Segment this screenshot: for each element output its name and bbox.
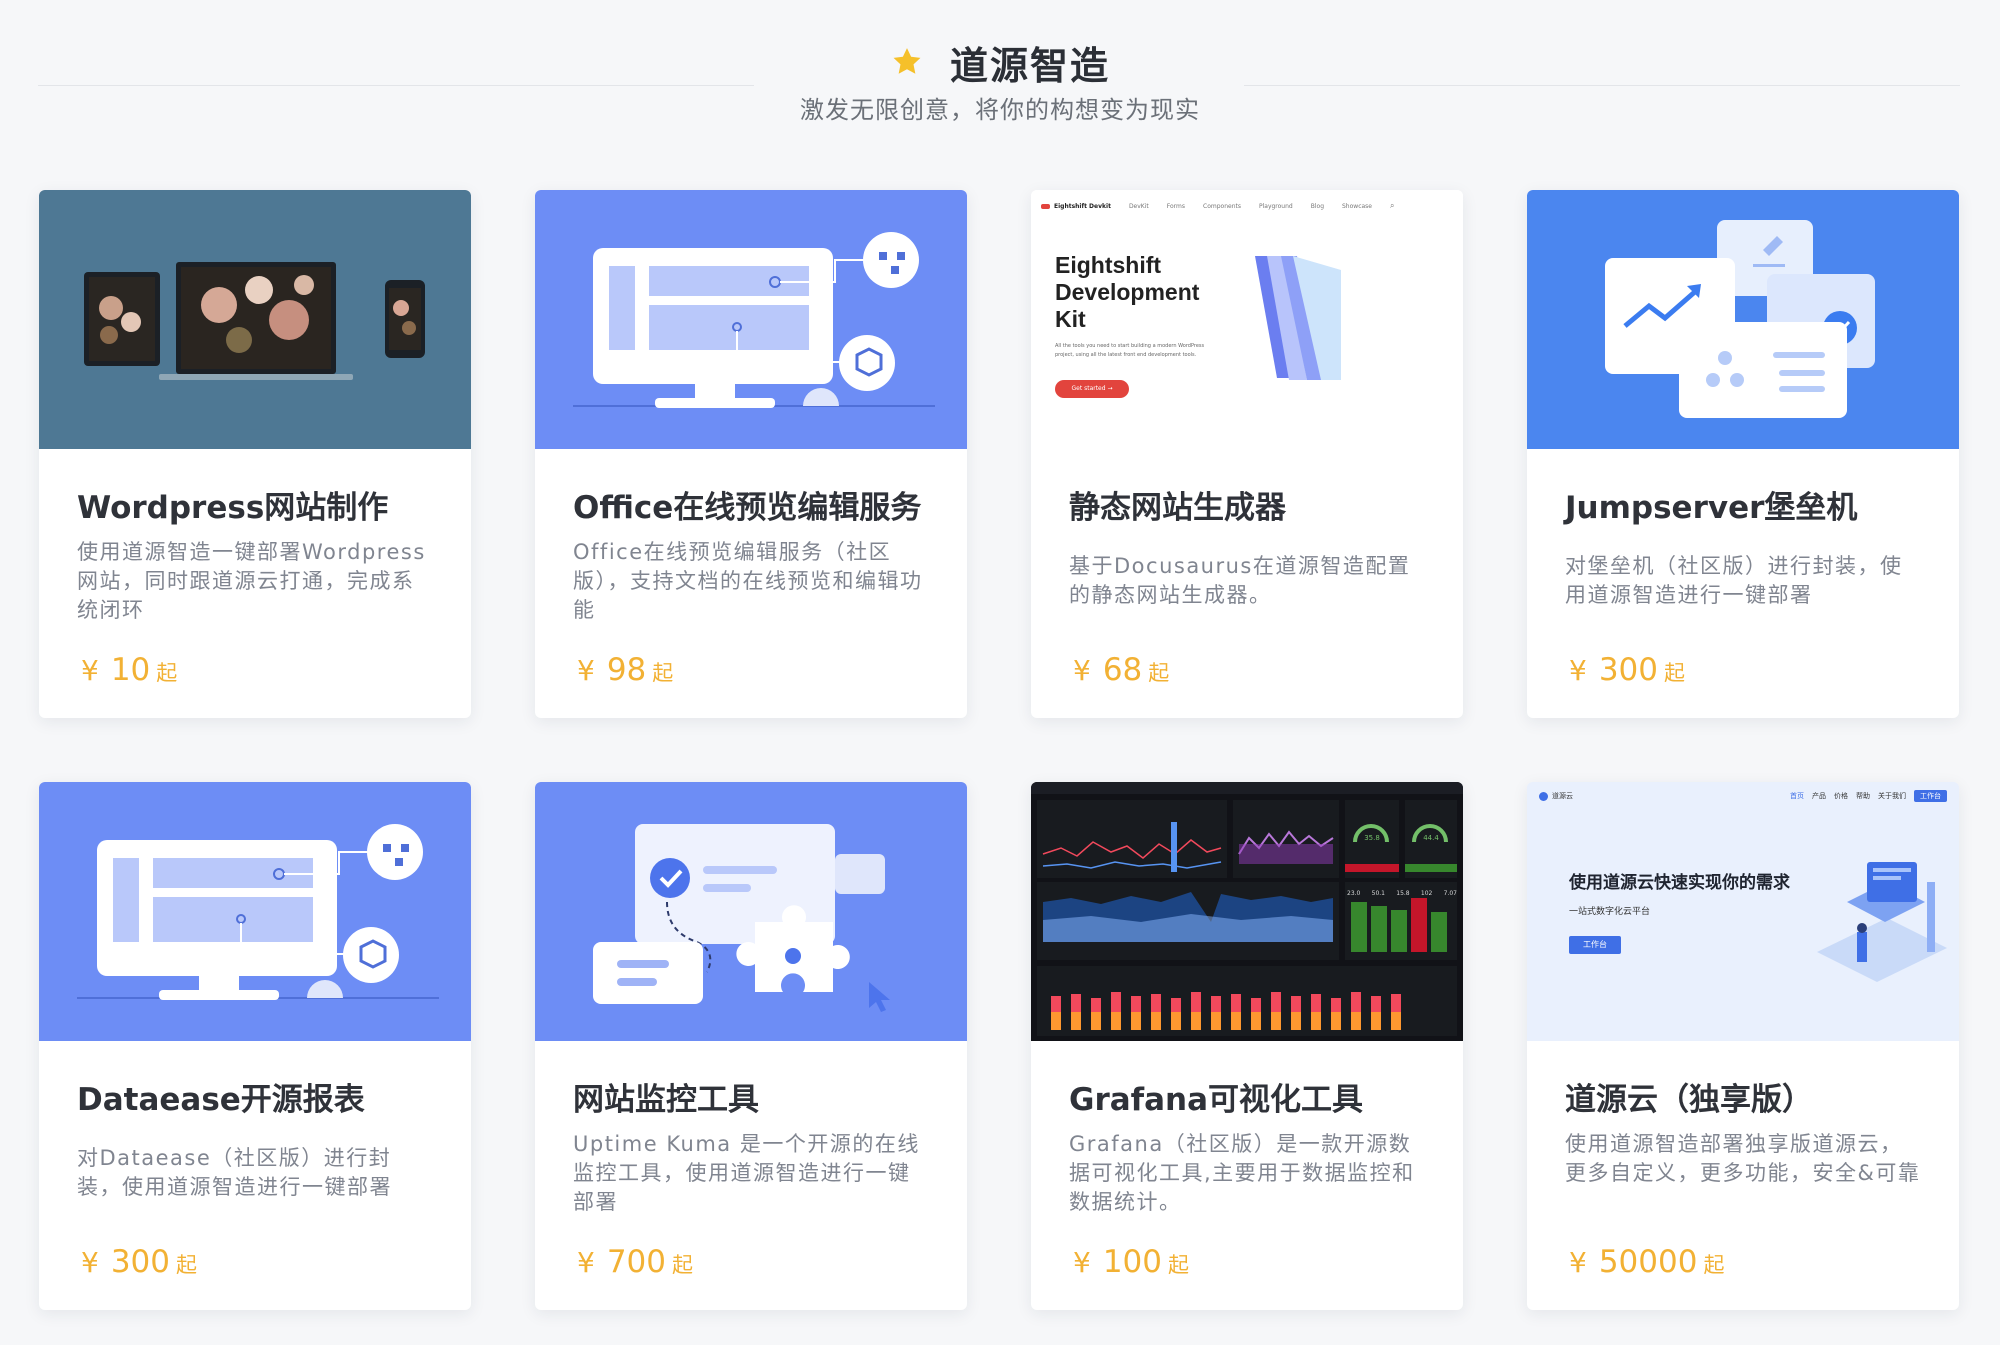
currency-symbol: ¥: [1073, 1246, 1091, 1279]
card-description: Uptime Kuma 是一个开源的在线监控工具，使用道源智造进行一键部署: [573, 1132, 920, 1214]
card-description: 对Dataease（社区版）进行封装，使用道源智造进行一键部署: [77, 1146, 392, 1199]
daoyuan-logo-icon: [1539, 791, 1548, 801]
product-card-daoyuan-cloud[interactable]: 道源云 首页 产品 价格 帮助 关于我们 工作台 使用道源云快速实现你的需求 一…: [1527, 782, 1959, 1310]
grafana-stat-row: 23.0 50.1 15.8 102 7.07: [1347, 890, 1457, 897]
card-thumbnail: 道源云 首页 产品 价格 帮助 关于我们 工作台 使用道源云快速实现你的需求 一…: [1527, 782, 1959, 1041]
grafana-stat: 102: [1420, 890, 1433, 897]
product-card-static-site[interactable]: Eightshift Devkit DevKit Forms Component…: [1031, 190, 1463, 718]
daoyuan-nav-item: 首页: [1790, 792, 1804, 800]
product-card-jumpserver[interactable]: Jumpserver堡垒机 对堡垒机（社区版）进行封装，使用道源智造进行一键部署…: [1527, 190, 1959, 718]
daoyuan-nav-item: 关于我们: [1878, 792, 1906, 800]
card-thumbnail: [39, 190, 471, 449]
price-value: 300: [1598, 652, 1658, 688]
price-suffix: 起: [176, 1253, 197, 1277]
card-thumbnail: [535, 782, 967, 1041]
card-title: 道源云（独享版）: [1565, 1082, 1813, 1118]
card-description: Office在线预览编辑服务（社区版），支持文档的在线预览和编辑功能: [573, 540, 923, 622]
price-value: 98: [606, 652, 647, 688]
currency-symbol: ¥: [1569, 654, 1587, 687]
price-suffix: 起: [1664, 661, 1685, 685]
product-grid: Wordpress网站制作 使用道源智造一键部署Wordpress网站，同时跟道…: [0, 0, 2000, 1366]
card-description: 使用道源智造一键部署Wordpress网站，同时跟道源云打通，完成系统闭环: [77, 540, 426, 622]
grafana-gauge-value: 44.4: [1423, 834, 1439, 842]
product-card-dataease[interactable]: Dataease开源报表 对Dataease（社区版）进行封装，使用道源智造进行…: [39, 782, 471, 1310]
card-title: 静态网站生成器: [1069, 490, 1286, 526]
product-card-uptime-monitor[interactable]: 网站监控工具 Uptime Kuma 是一个开源的在线监控工具，使用道源智造进行…: [535, 782, 967, 1310]
card-price: ¥68 起: [1073, 652, 1169, 688]
card-price: ¥300 起: [81, 1244, 197, 1280]
card-description: 基于Docusaurus在道源智造配置的静态网站生成器。: [1069, 554, 1411, 607]
grafana-stat: 23.0: [1347, 890, 1361, 897]
card-title: 网站监控工具: [573, 1082, 759, 1118]
grafana-stat: 50.1: [1371, 890, 1385, 897]
daoyuan-headline: 使用道源云快速实现你的需求: [1569, 873, 1790, 893]
price-suffix: 起: [1148, 661, 1170, 685]
product-card-grafana[interactable]: 35.8 44.4 23.0 50.1 15.8 102 7.07 Grafan…: [1031, 782, 1463, 1310]
price-suffix: 起: [1703, 1253, 1725, 1277]
product-card-office[interactable]: Office在线预览编辑服务 Office在线预览编辑服务（社区版），支持文档的…: [535, 190, 967, 718]
card-thumbnail: [535, 190, 967, 449]
puzzle-illustration-image: [535, 782, 967, 1041]
card-title: Office在线预览编辑服务: [573, 490, 922, 526]
card-description: 对堡垒机（社区版）进行封装，使用道源智造进行一键部署: [1565, 554, 1903, 607]
card-price: ¥50000 起: [1569, 1244, 1724, 1280]
card-title: Dataease开源报表: [77, 1082, 365, 1118]
eightshift-art: [1255, 256, 1341, 380]
card-description: Grafana（社区版）是一款开源数据可视化工具,主要用于数据监控和数据统计。: [1069, 1132, 1415, 1214]
daoyuan-cta: 工作台: [1569, 936, 1621, 954]
eightshift-screenshot: Eightshift Devkit DevKit Forms Component…: [1031, 190, 1463, 449]
product-card-wordpress[interactable]: Wordpress网站制作 使用道源智造一键部署Wordpress网站，同时跟道…: [39, 190, 471, 718]
currency-symbol: ¥: [81, 654, 99, 687]
price-suffix: 起: [672, 1253, 693, 1277]
daoyuan-nav-item: 产品: [1812, 792, 1826, 800]
daoyuan-nav: 道源云 首页 产品 价格 帮助 关于我们 工作台: [1539, 788, 1947, 804]
card-price: ¥98 起: [577, 652, 673, 688]
card-title: Jumpserver堡垒机: [1565, 490, 1858, 526]
card-price: ¥300 起: [1569, 652, 1685, 688]
monitor-illustration-image: [39, 782, 471, 1041]
grafana-stat: 15.8: [1396, 890, 1410, 897]
currency-symbol: ¥: [81, 1246, 99, 1279]
price-value: 50000: [1598, 1244, 1698, 1280]
daoyuan-nav-item: 帮助: [1856, 792, 1870, 800]
grafana-stat: 7.07: [1443, 890, 1457, 897]
price-value: 300: [110, 1244, 170, 1280]
currency-symbol: ¥: [1569, 1246, 1587, 1279]
price-suffix: 起: [156, 661, 178, 685]
wordpress-mockup-image: [39, 190, 471, 449]
card-thumbnail: 35.8 44.4 23.0 50.1 15.8 102 7.07: [1031, 782, 1463, 1041]
daoyuan-nav-item: 价格: [1834, 792, 1848, 800]
price-suffix: 起: [652, 661, 674, 685]
grafana-gauge-value: 35.8: [1364, 834, 1380, 842]
price-value: 10: [110, 652, 151, 688]
card-title: Grafana可视化工具: [1069, 1082, 1364, 1118]
currency-symbol: ¥: [577, 654, 595, 687]
price-suffix: 起: [1168, 1253, 1189, 1277]
monitor-illustration-image: [535, 190, 967, 449]
price-value: 68: [1102, 652, 1143, 688]
currency-symbol: ¥: [577, 1246, 595, 1279]
card-price: ¥700 起: [577, 1244, 693, 1280]
card-price: ¥10 起: [81, 652, 177, 688]
daoyuan-subline: 一站式数字化云平台: [1569, 907, 1651, 917]
card-thumbnail: Eightshift Devkit DevKit Forms Component…: [1031, 190, 1463, 449]
price-value: 100: [1102, 1244, 1162, 1280]
grafana-dashboard-image: [1031, 782, 1463, 1041]
card-thumbnail: [1527, 190, 1959, 449]
currency-symbol: ¥: [1073, 654, 1091, 687]
price-value: 700: [606, 1244, 666, 1280]
daoyuan-logo: 道源云: [1552, 792, 1573, 800]
card-thumbnail: [39, 782, 471, 1041]
card-price: ¥100 起: [1073, 1244, 1189, 1280]
card-title: Wordpress网站制作: [77, 490, 389, 526]
daoyuan-nav-button: 工作台: [1914, 790, 1947, 802]
bastion-illustration-image: [1527, 190, 1959, 449]
card-description: 使用道源智造部署独享版道源云，更多自定义，更多功能，安全&可靠: [1565, 1132, 1921, 1185]
